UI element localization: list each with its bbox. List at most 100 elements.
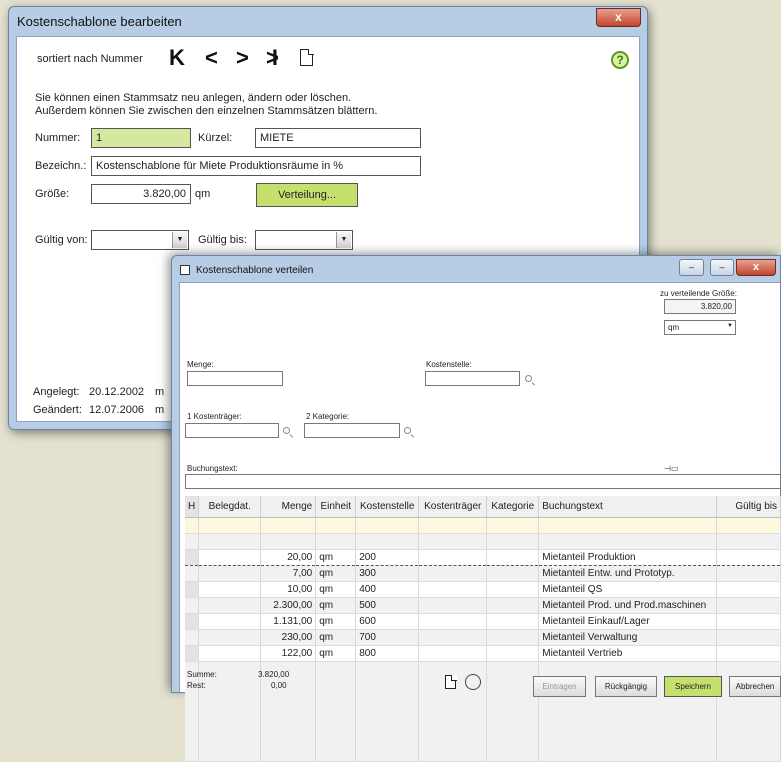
- zu-verteilende-label: zu verteilende Größe:: [660, 289, 737, 298]
- buchungstext-cell: Mietanteil Produktion: [538, 548, 718, 566]
- gueltig-bis-select[interactable]: ▼: [255, 230, 353, 250]
- menge-label: Menge:: [187, 360, 214, 369]
- rest-label: Rest:: [187, 681, 206, 690]
- column-header[interactable]: Gültig bis: [716, 496, 781, 518]
- menge-cell: 122,00: [260, 645, 317, 662]
- close-button[interactable]: x: [736, 259, 776, 276]
- abbrechen-button[interactable]: Abbrechen: [729, 676, 781, 697]
- buchungstext-cell: Mietanteil Einkauf/Lager: [538, 613, 718, 630]
- einheit-cell: qm: [315, 565, 357, 582]
- table-row[interactable]: 20,00 qm 200 Mietanteil Produktion: [185, 548, 781, 566]
- einheit-cell: qm: [315, 581, 357, 598]
- verteilung-button[interactable]: Verteilung...: [256, 183, 358, 207]
- rueckgaengig-button[interactable]: Rückgängig: [595, 676, 657, 697]
- distribute-template-window: Kostenschablone verteilen – – x zu verte…: [171, 255, 781, 762]
- distribution-table: H Belegdat. Menge Einheit Kostenstelle K…: [185, 496, 781, 762]
- kostenstelle-cell: 400: [355, 581, 420, 598]
- groesse-field[interactable]: 3.820,00: [91, 184, 191, 204]
- kategorie-field[interactable]: [304, 423, 400, 438]
- pin-icon[interactable]: ⊣▭: [664, 464, 679, 473]
- gueltig-bis-label: Gültig bis:: [198, 234, 247, 246]
- unit-select[interactable]: qm ▼: [664, 320, 736, 335]
- buchungstext-cell: Mietanteil Prod. und Prod.maschinen: [538, 597, 718, 614]
- table-row[interactable]: 10,00 qm 400 Mietanteil QS: [185, 581, 781, 598]
- unit-value: qm: [668, 323, 680, 332]
- eintragen-button[interactable]: Eintragen: [533, 676, 586, 697]
- einheit-cell: qm: [315, 645, 357, 662]
- table-row[interactable]: 230,00 qm 700 Mietanteil Verwaltung: [185, 629, 781, 646]
- info-line-2: Außerdem können Sie zwischen den einzeln…: [35, 105, 378, 117]
- menge-cell: 1.131,00: [260, 613, 317, 630]
- kostenstelle-field[interactable]: [425, 371, 520, 386]
- kostenstelle-cell: 500: [355, 597, 420, 614]
- bezeichnung-label: Bezeichn.:: [35, 160, 87, 172]
- table-row[interactable]: 7,00 qm 300 Mietanteil Entw. und Prototy…: [185, 565, 781, 582]
- menge-cell: 2.300,00: [260, 597, 317, 614]
- window-client-area: zu verteilende Größe: 3.820,00 qm ▼ Meng…: [179, 282, 781, 762]
- table-row[interactable]: [185, 517, 781, 534]
- kuerzel-field[interactable]: MIETE: [255, 128, 421, 148]
- search-icon[interactable]: [283, 427, 290, 434]
- einheit-cell: qm: [315, 548, 357, 566]
- table-row[interactable]: 2.300,00 qm 500 Mietanteil Prod. und Pro…: [185, 597, 781, 614]
- buchungstext-label: Buchungstext:: [187, 464, 238, 473]
- column-header[interactable]: Belegdat.: [198, 496, 262, 518]
- kostenstelle-cell: 300: [355, 565, 420, 582]
- buchungstext-cell: Mietanteil Entw. und Prototyp.: [538, 565, 718, 582]
- nummer-field[interactable]: 1: [91, 128, 191, 148]
- table-row[interactable]: 1.131,00 qm 600 Mietanteil Einkauf/Lager: [185, 613, 781, 630]
- einheit-cell: qm: [315, 613, 357, 630]
- kostentraeger-label: 1 Kostenträger:: [187, 412, 242, 421]
- first-record-button[interactable]: K: [169, 45, 185, 71]
- summe-value: 3.820,00: [258, 670, 290, 679]
- einheit-cell: qm: [315, 629, 357, 646]
- angelegt-user: m: [155, 386, 165, 398]
- new-record-icon[interactable]: [300, 48, 314, 66]
- bezeichnung-field[interactable]: Kostenschablone für Miete Produktionsräu…: [91, 156, 421, 176]
- groesse-unit: qm: [195, 188, 211, 200]
- column-header[interactable]: Menge: [260, 496, 317, 518]
- help-icon[interactable]: ?: [611, 51, 629, 69]
- menge-cell: 20,00: [260, 548, 317, 566]
- table-row[interactable]: [185, 533, 781, 550]
- chevron-down-icon[interactable]: ▼: [727, 323, 733, 329]
- buchungstext-field[interactable]: [185, 474, 781, 489]
- search-icon[interactable]: [525, 375, 532, 382]
- last-record-button[interactable]: >I: [266, 45, 278, 71]
- chevron-down-icon[interactable]: ▼: [172, 232, 187, 248]
- search-icon[interactable]: [404, 427, 411, 434]
- info-text: Sie können einen Stammsatz neu anlegen, …: [35, 92, 377, 118]
- kostenstelle-label: Kostenstelle:: [426, 360, 472, 369]
- speichern-button[interactable]: Speichern: [664, 676, 722, 697]
- column-header[interactable]: Buchungstext: [538, 496, 718, 518]
- table-row[interactable]: 122,00 qm 800 Mietanteil Vertrieb: [185, 645, 781, 662]
- menge-field[interactable]: [187, 371, 283, 386]
- column-header[interactable]: Kategorie: [486, 496, 540, 518]
- restore-button[interactable]: –: [679, 259, 704, 276]
- column-header[interactable]: Kostenstelle: [355, 496, 420, 518]
- kostentraeger-field[interactable]: [185, 423, 279, 438]
- buchungstext-cell: Mietanteil QS: [538, 581, 718, 598]
- info-line-1: Sie können einen Stammsatz neu anlegen, …: [35, 92, 352, 104]
- angelegt-label: Angelegt:: [33, 386, 80, 398]
- column-header[interactable]: Kostenträger: [418, 496, 488, 518]
- clock-icon[interactable]: [465, 674, 481, 690]
- column-header[interactable]: H: [185, 496, 200, 518]
- column-header[interactable]: Einheit: [315, 496, 357, 518]
- next-record-button[interactable]: >: [236, 45, 249, 71]
- minimize-button[interactable]: –: [710, 259, 734, 276]
- kostenstelle-cell: 600: [355, 613, 420, 630]
- kostenstelle-cell: 700: [355, 629, 420, 646]
- close-button[interactable]: x: [596, 8, 641, 27]
- chevron-down-icon[interactable]: ▼: [336, 232, 351, 248]
- table-body: 20,00 qm 200 Mietanteil Produktion 7,00 …: [185, 517, 781, 762]
- new-entry-icon[interactable]: [445, 674, 457, 689]
- rest-value: 0,00: [271, 681, 287, 690]
- window-titlebar[interactable]: Kostenschablone bearbeiten x: [9, 7, 647, 35]
- gueltig-von-label: Gültig von:: [35, 234, 88, 246]
- kuerzel-label: Kürzel:: [198, 132, 233, 144]
- window-title: Kostenschablone bearbeiten: [17, 14, 182, 29]
- gueltig-von-select[interactable]: ▼: [91, 230, 189, 250]
- table-header-row: H Belegdat. Menge Einheit Kostenstelle K…: [185, 496, 781, 518]
- previous-record-button[interactable]: <: [205, 45, 218, 71]
